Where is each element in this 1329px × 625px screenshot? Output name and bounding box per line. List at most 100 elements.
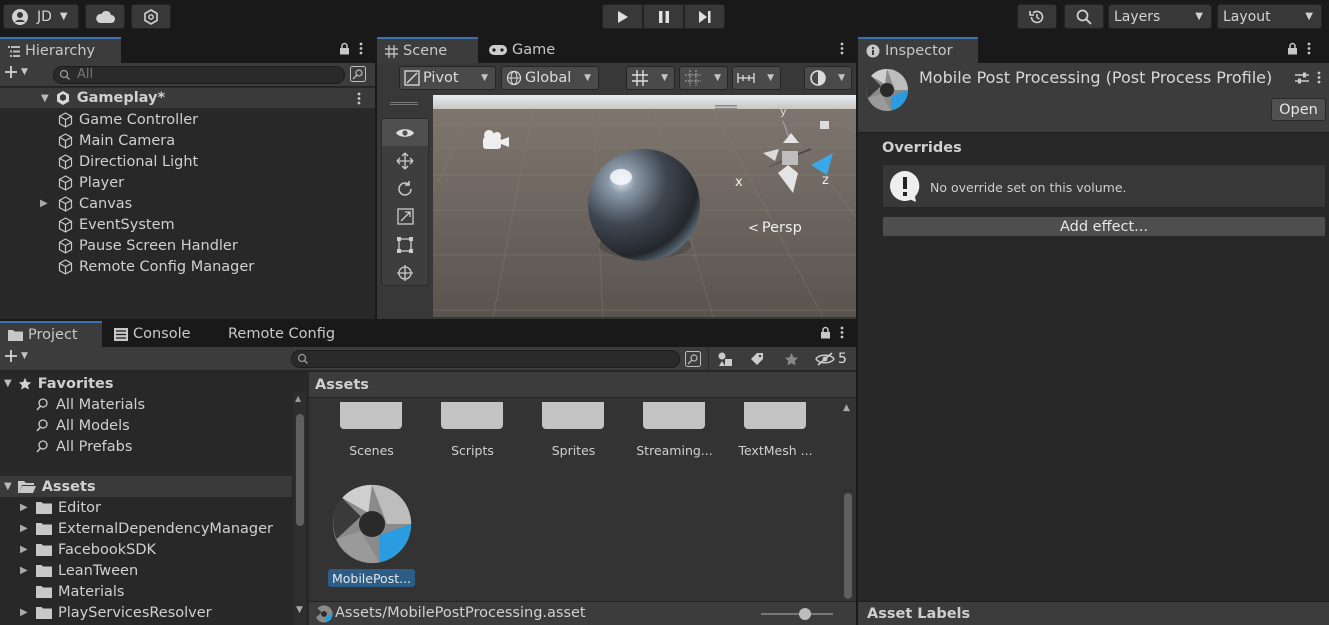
lock-icon[interactable] — [339, 42, 350, 55]
expand-arrow-icon[interactable]: ▶ — [20, 502, 30, 513]
search-input[interactable]: All — [53, 66, 345, 84]
panel-controls — [820, 326, 844, 339]
layers-dropdown[interactable]: Layers ▼ — [1108, 4, 1212, 29]
tab-inspector[interactable]: Inspector — [858, 37, 978, 63]
grid-folder[interactable]: TextMesh ... — [725, 398, 826, 468]
tab-game[interactable]: Game — [481, 37, 563, 63]
rect-tool-button[interactable] — [382, 231, 428, 258]
asset-folder-item[interactable]: ▶ Editor — [20, 497, 101, 518]
account-dropdown[interactable]: JD ▼ — [3, 4, 79, 29]
tree-scrollbar[interactable]: ▲ — [294, 392, 306, 625]
open-button[interactable]: Open — [1271, 98, 1326, 121]
move-tool-button[interactable] — [382, 147, 428, 174]
step-button[interactable] — [684, 4, 725, 29]
transform-tool-button[interactable] — [382, 259, 428, 286]
hierarchy-item[interactable]: Game Controller — [58, 109, 198, 130]
grid-folder[interactable]: Sprites — [523, 398, 624, 468]
global-dropdown[interactable]: Global ▼ — [501, 66, 599, 90]
selected-asset-label[interactable]: MobilePost... — [328, 569, 415, 587]
hidden-packages-button[interactable]: 5 — [815, 347, 855, 371]
persp-toggle[interactable]: < Persp — [748, 220, 802, 236]
more-options-icon[interactable] — [840, 42, 844, 55]
selected-asset-thumbnail[interactable] — [331, 483, 413, 565]
lock-icon[interactable] — [1287, 42, 1298, 55]
grid-snap-dropdown[interactable]: ▼ — [626, 66, 675, 90]
settings-sliders-icon[interactable] — [1295, 71, 1309, 85]
tab-project[interactable]: Project — [0, 321, 102, 347]
hierarchy-item[interactable]: Remote Config Manager — [58, 256, 254, 277]
search-button[interactable] — [1064, 4, 1104, 29]
grid-scrollbar[interactable]: ▲ — [841, 401, 855, 601]
more-options-icon[interactable] — [359, 42, 363, 55]
hierarchy-item[interactable]: Directional Light — [58, 151, 198, 172]
hierarchy-item[interactable]: Player — [58, 172, 124, 193]
asset-labels-header[interactable]: Asset Labels — [858, 601, 1329, 625]
pause-button[interactable] — [643, 4, 684, 29]
play-button[interactable] — [602, 4, 643, 29]
asset-folder-item[interactable]: ▶ PlayServicesResolver — [20, 602, 212, 623]
sphere-object[interactable] — [588, 149, 700, 261]
asset-folder-item[interactable]: ▶ FacebookSDK — [20, 539, 156, 560]
favorite-button[interactable] — [775, 347, 807, 371]
layout-dropdown[interactable]: Layout ▼ — [1217, 4, 1322, 29]
tab-scene[interactable]: Scene — [377, 37, 478, 63]
zoom-slider-track[interactable] — [761, 613, 833, 615]
expand-arrow-icon[interactable]: ▶ — [20, 565, 30, 576]
zoom-slider-thumb[interactable] — [799, 608, 811, 620]
expand-arrow-icon[interactable]: ▶ — [20, 607, 30, 618]
scroll-thumb[interactable] — [296, 414, 304, 526]
palette-handle[interactable] — [390, 102, 418, 105]
asset-folder-item[interactable]: ▶ ExternalDependencyManager — [20, 518, 273, 539]
more-options-icon[interactable] — [357, 92, 361, 105]
hierarchy-item[interactable]: EventSystem — [58, 214, 175, 235]
history-button[interactable] — [1017, 4, 1057, 29]
view-tool-button[interactable] — [382, 119, 428, 146]
project-search-input[interactable] — [291, 350, 680, 368]
favorite-item[interactable]: All Prefabs — [36, 436, 132, 457]
snap-increment-dropdown[interactable]: ▼ — [679, 66, 728, 90]
scale-tool-button[interactable] — [382, 203, 428, 230]
tab-remote-config[interactable]: Remote Config — [220, 321, 343, 347]
shading-dropdown[interactable]: ▼ — [804, 66, 852, 90]
expand-arrow-icon[interactable]: ▶ — [40, 198, 52, 209]
tab-hierarchy[interactable]: Hierarchy — [0, 37, 121, 63]
more-options-icon[interactable] — [1307, 42, 1311, 55]
scroll-up-icon[interactable]: ▲ — [843, 403, 850, 413]
scroll-down-icon[interactable]: ▼ — [296, 605, 303, 615]
ruler-dropdown[interactable]: ▼ — [732, 66, 781, 90]
assets-root[interactable]: ▼ Assets — [4, 476, 96, 497]
hierarchy-item[interactable]: ▶ Canvas — [40, 193, 132, 214]
scroll-thumb[interactable] — [844, 493, 852, 599]
favorite-item[interactable]: All Models — [36, 415, 130, 436]
rotate-tool-button[interactable] — [382, 175, 428, 202]
expand-arrow-icon[interactable]: ▶ — [20, 523, 30, 534]
grid-folder[interactable]: Streaming... — [624, 398, 725, 468]
pivot-dropdown[interactable]: Pivot ▼ — [399, 66, 496, 90]
filter-by-type-button[interactable] — [708, 347, 740, 371]
grid-breadcrumb[interactable]: Assets — [309, 372, 856, 398]
more-options-icon[interactable] — [1317, 71, 1321, 84]
search-by-type-icon[interactable] — [350, 66, 366, 82]
filter-by-label-button[interactable] — [741, 347, 773, 371]
grid-folder[interactable]: Scripts — [422, 398, 523, 468]
scroll-up-icon[interactable]: ▲ — [295, 394, 301, 403]
asset-folder-item[interactable]: ▶ LeanTween — [20, 560, 138, 581]
favorites-header[interactable]: ▼ Favorites — [4, 373, 113, 394]
collab-button[interactable] — [131, 4, 171, 29]
hierarchy-item[interactable]: Pause Screen Handler — [58, 235, 238, 256]
create-button[interactable]: ▼ — [4, 65, 28, 79]
asset-folder-item[interactable]: Materials — [20, 581, 124, 602]
grid-folder[interactable]: Scenes — [321, 398, 422, 468]
search-by-type-icon[interactable] — [685, 351, 701, 367]
cloud-button[interactable] — [85, 4, 125, 29]
favorite-item[interactable]: All Materials — [36, 394, 145, 415]
scene-header[interactable]: ▼ Gameplay* — [41, 88, 165, 108]
scene-viewport[interactable]: x z y < Persp — [433, 95, 856, 317]
more-options-icon[interactable] — [840, 326, 844, 339]
add-effect-button[interactable]: Add effect... — [882, 216, 1326, 237]
hierarchy-item[interactable]: Main Camera — [58, 130, 175, 151]
tab-console[interactable]: Console — [106, 321, 199, 347]
expand-arrow-icon[interactable]: ▶ — [20, 544, 30, 555]
create-button[interactable]: ▼ — [4, 349, 28, 363]
lock-icon[interactable] — [820, 326, 831, 339]
